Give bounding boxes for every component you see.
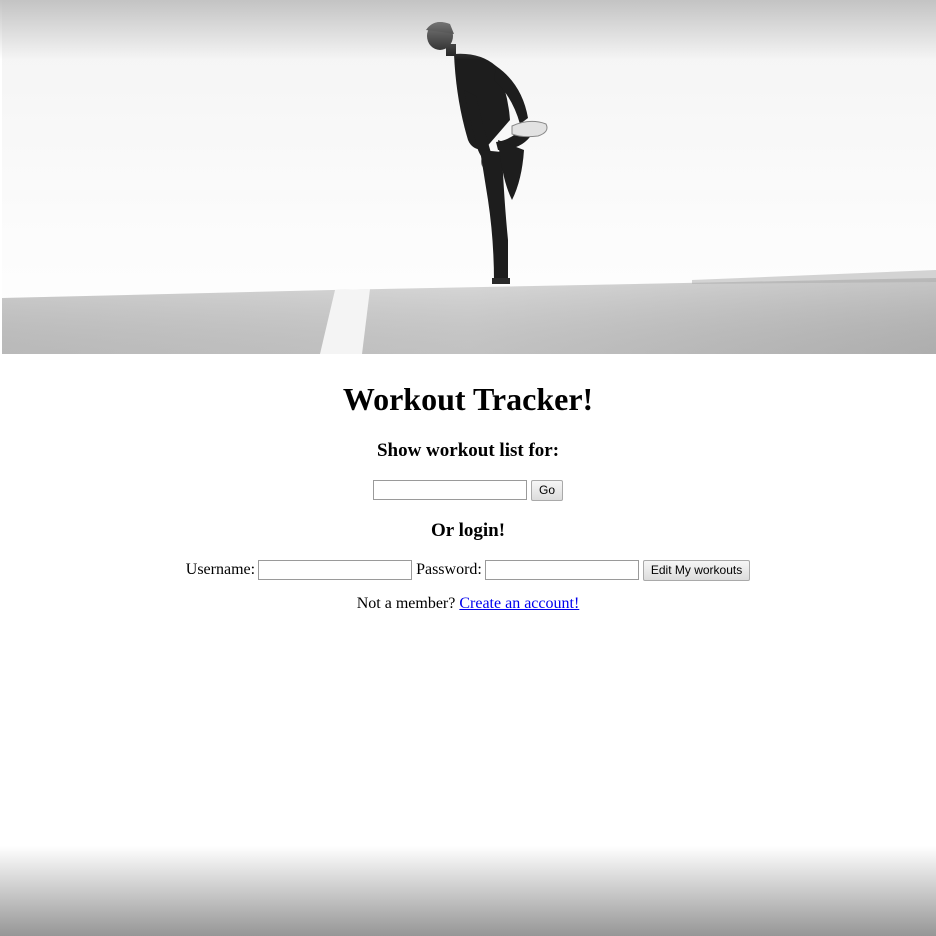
login-heading: Or login! [430, 520, 506, 541]
workout-list-username-input[interactable] [372, 480, 527, 500]
login-form: Username: Password: Edit My workouts [0, 559, 936, 581]
signup-prompt: Not a member? Create an account! [0, 595, 936, 613]
workout-list-form: Go [0, 479, 936, 501]
password-label: Password: [416, 561, 482, 578]
signup-prompt-text: Not a member? [356, 595, 456, 612]
password-field[interactable] [484, 560, 639, 580]
create-account-link[interactable]: Create an account! [459, 595, 579, 612]
username-label: Username: [185, 561, 256, 578]
bottom-shade [0, 846, 936, 936]
workout-list-heading: Show workout list for: [376, 440, 560, 461]
page: Workout Tracker! Show workout list for: … [0, 0, 936, 936]
main-content: Workout Tracker! Show workout list for: … [0, 354, 936, 613]
hero-image [2, 0, 936, 354]
go-button[interactable]: Go [530, 479, 563, 501]
username-field[interactable] [258, 560, 413, 580]
page-title: Workout Tracker! [342, 381, 594, 417]
edit-my-workouts-button[interactable]: Edit My workouts [642, 559, 751, 581]
hero-photo [2, 0, 936, 354]
